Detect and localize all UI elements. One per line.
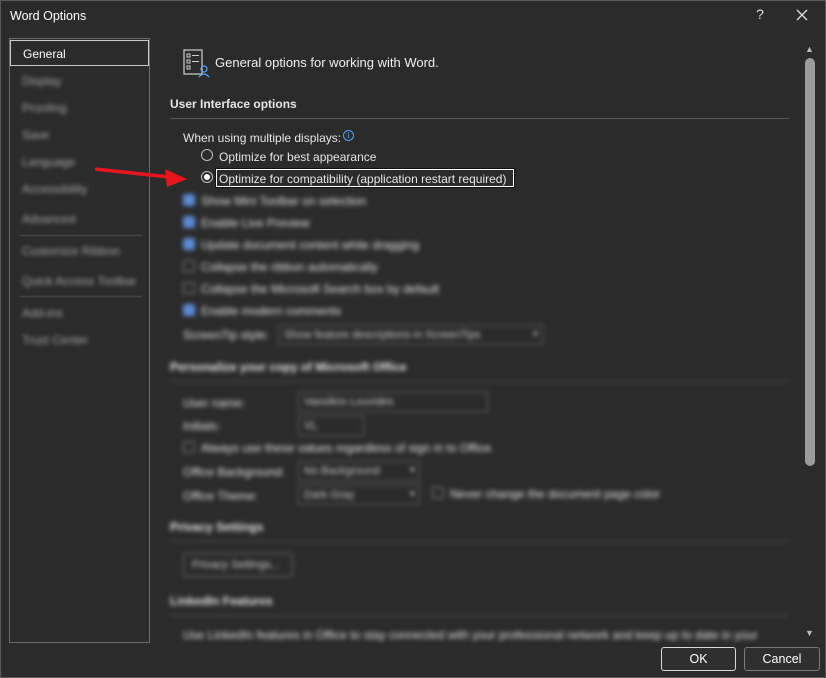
section-divider [170, 615, 789, 616]
sidebar-divider [20, 235, 142, 236]
checkbox-mini-toolbar[interactable] [183, 194, 195, 206]
screentip-label: ScreenTip style: [183, 328, 269, 342]
office-theme-label: Office Theme: [183, 489, 258, 503]
initials-input[interactable]: VL [298, 416, 364, 436]
radio-compatibility-label[interactable]: Optimize for compatibility (application … [219, 172, 506, 186]
red-arrow-annotation [94, 167, 187, 187]
checkbox-always-use[interactable] [183, 441, 195, 453]
sidebar-item-display[interactable]: Display [10, 68, 149, 94]
info-icon[interactable]: i [343, 130, 354, 141]
live-preview-label: Enable Live Preview [201, 216, 310, 230]
sidebar-item-proofing[interactable]: Proofing [10, 95, 149, 121]
never-change-label: Never change the document page color [450, 487, 661, 501]
multiple-displays-label: When using multiple displays: [183, 131, 342, 145]
mini-toolbar-label: Show Mini Toolbar on selection [201, 194, 367, 208]
checkbox-update-dragging[interactable] [183, 238, 195, 250]
title-bar: Word Options ? [1, 1, 825, 33]
scroll-up-icon[interactable]: ▲ [805, 44, 814, 54]
sidebar-divider [20, 296, 142, 297]
section-divider [170, 541, 789, 542]
section-title-linkedin: LinkedIn Features [170, 594, 273, 608]
screentip-select[interactable]: Show feature descriptions in ScreenTips [278, 325, 543, 345]
page-title: General options for working with Word. [215, 55, 439, 70]
section-divider [170, 381, 789, 382]
radio-best-appearance[interactable] [201, 149, 213, 161]
office-background-label: Office Background: [183, 465, 285, 479]
office-theme-select[interactable]: Dark Gray [298, 485, 420, 505]
sidebar-item-advanced[interactable]: Advanced [10, 206, 149, 232]
always-use-label: Always use these values regardless of si… [201, 441, 495, 455]
sidebar-item-quick-access-toolbar[interactable]: Quick Access Toolbar [10, 268, 149, 294]
sidebar-item-trust-center[interactable]: Trust Center [10, 327, 149, 353]
cancel-button[interactable]: Cancel [744, 647, 820, 671]
section-divider [170, 118, 789, 119]
window-title: Word Options [10, 9, 87, 23]
sidebar-item-add-ins[interactable]: Add-ins [10, 300, 149, 326]
section-title-privacy: Privacy Settings [170, 520, 264, 534]
section-title-personalize: Personalize your copy of Microsoft Offic… [170, 360, 407, 374]
help-button[interactable]: ? [753, 6, 767, 22]
username-label: User name: [183, 396, 246, 410]
checkbox-never-change[interactable] [432, 487, 444, 499]
collapse-search-label: Collapse the Microsoft Search box by def… [201, 282, 440, 296]
word-options-dialog: Word Options ? General Display Proofing … [0, 0, 826, 678]
checkbox-collapse-ribbon[interactable] [183, 260, 195, 272]
sidebar-item-save[interactable]: Save [10, 122, 149, 148]
privacy-settings-button[interactable]: Privacy Settings... [183, 553, 293, 577]
sidebar: General Display Proofing Save Language A… [9, 38, 150, 643]
section-title-ui: User Interface options [170, 97, 297, 111]
radio-best-appearance-label[interactable]: Optimize for best appearance [219, 150, 376, 164]
ok-button[interactable]: OK [661, 647, 736, 671]
scroll-thumb[interactable] [805, 58, 815, 466]
checkbox-collapse-search[interactable] [183, 282, 195, 294]
close-icon[interactable] [794, 7, 810, 23]
username-input[interactable]: Vassilios Louvides [298, 392, 488, 412]
sidebar-item-customize-ribbon[interactable]: Customize Ribbon [10, 238, 149, 264]
sidebar-item-general[interactable]: General [10, 40, 149, 66]
checkbox-live-preview[interactable] [183, 216, 195, 228]
scroll-down-icon[interactable]: ▼ [805, 628, 814, 638]
main-panel: General options for working with Word. U… [161, 38, 801, 643]
scrollbar[interactable]: ▲ ▼ [803, 38, 817, 643]
office-background-select[interactable]: No Background [298, 461, 420, 481]
general-options-icon [183, 49, 210, 78]
initials-label: Initials: [183, 419, 221, 433]
linkedin-description: Use LinkedIn features in Office to stay … [183, 628, 758, 642]
modern-comments-label: Enable modern comments [201, 304, 342, 318]
checkbox-modern-comments[interactable] [183, 304, 195, 316]
collapse-ribbon-label: Collapse the ribbon automatically [201, 260, 378, 274]
update-dragging-label: Update document content while dragging [201, 238, 420, 252]
radio-compatibility[interactable] [201, 171, 213, 183]
